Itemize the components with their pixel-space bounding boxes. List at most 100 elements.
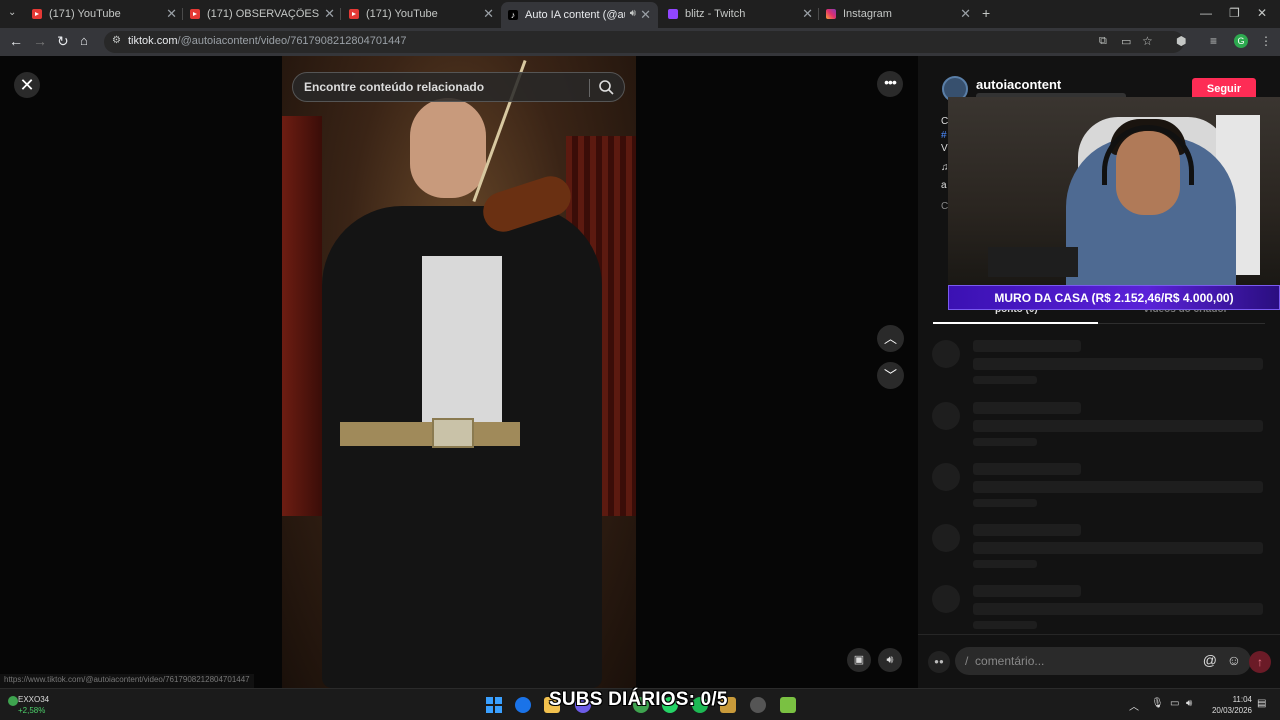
microphone-icon[interactable]: 🎙︎ [1151,698,1164,709]
url-text: tiktok.com/@autoiacontent/video/76179082… [128,35,407,47]
arrow-up-icon: ↑ [1257,655,1263,669]
cast-icon[interactable]: ▭ [1121,35,1131,48]
twitch-icon [668,9,678,19]
restore-icon[interactable]: ❐ [1229,6,1240,20]
youtube-icon [190,9,200,19]
stock-change: +2,58% [18,706,46,715]
bookmark-star-icon[interactable]: ☆ [1142,34,1153,48]
close-tab-icon[interactable]: ✕ [802,6,813,22]
screen: ⌄ (171) YouTube ✕ (171) OBSERVAÇÕES DIÁR… [0,0,1280,720]
tab-title: Instagram [843,8,892,20]
tab-title: blitz - Twitch [685,8,746,20]
tab-tiktok[interactable]: ♪ Auto IA content (@autoiac 🔊︎ ✕ [501,2,658,28]
close-video-button[interactable]: ✕ [14,72,40,98]
comment-input[interactable]: / comentário... @ ☺ [955,647,1251,675]
tab-title: (171) YouTube [49,8,121,20]
picture-in-picture-icon: ▣ [853,654,865,666]
extensions-icon[interactable]: ⬢ [1176,34,1186,48]
site-info-icon[interactable]: ⚙ [112,35,121,46]
tab-title: Auto IA content (@autoiac [525,9,625,21]
app-x-icon[interactable] [780,697,796,713]
description-text: V [941,143,948,154]
search-icon[interactable] [598,79,614,95]
video-player[interactable] [282,56,636,688]
creator-username[interactable]: autoiacontent [976,77,1061,92]
comment-skeleton [932,585,1263,635]
comment-skeleton [932,402,1263,452]
video-stage: ✕ Encontre conteúdo relacionado ••• ︿ ﹀ … [0,56,923,688]
hashtag-link[interactable]: # [941,130,947,141]
description-text: a [941,180,947,191]
tiktok-icon: ♪ [508,10,518,20]
stock-name: EXXO34 [18,695,50,704]
home-icon[interactable]: ⌂ [80,33,88,48]
tray-chevron-icon[interactable]: ︿ [1129,698,1139,713]
youtube-icon [32,9,42,19]
stock-widget[interactable]: EXXO34 +2,58% [18,694,49,716]
close-tab-icon[interactable]: ✕ [960,6,971,22]
more-options-button[interactable]: ••• [877,71,903,97]
tab-title: (171) YouTube [366,8,438,20]
reload-icon[interactable]: ↻ [57,33,69,50]
windows-taskbar: EXXO34 +2,58% SUBS DIÁRIOS: 0/5 ︿ 🎙︎ ▭ 🔊… [0,688,1280,720]
address-bar[interactable]: ⚙ tiktok.com/@autoiacontent/video/761790… [104,31,1184,53]
related-search-input[interactable]: Encontre conteúdo relacionado [292,72,625,102]
windows-start-icon[interactable] [486,697,502,713]
close-window-icon[interactable]: ✕ [1257,6,1267,20]
comment-skeleton [932,340,1263,390]
tab-instagram[interactable]: Instagram ✕ [826,4,971,24]
tab-youtube-2[interactable]: (171) OBSERVAÇÕES DIÁRIAS ( ✕ [190,4,335,24]
translate-icon[interactable]: ⧉ [1099,35,1107,48]
back-icon[interactable]: ← [9,33,23,49]
minimize-icon[interactable]: — [1200,6,1212,20]
edge-icon[interactable] [515,697,531,713]
tab-twitch[interactable]: blitz - Twitch ✕ [668,4,813,24]
daily-subs-overlay: SUBS DIÁRIOS: 0/5 [549,689,728,710]
system-clock[interactable]: 11:04 20/03/2026 [1210,694,1252,716]
obs-icon[interactable] [750,697,766,713]
network-icon[interactable]: ▭ [1170,698,1179,709]
clock-date: 20/03/2026 [1211,706,1252,715]
close-tab-icon[interactable]: ✕ [324,6,335,22]
comment-bar: ●● / comentário... @ ☺ ↑ [918,634,1280,688]
youtube-icon [349,9,359,19]
search-placeholder: Encontre conteúdo relacionado [304,80,485,94]
close-tab-icon[interactable]: ✕ [640,7,651,23]
volume-icon: 🔊︎ [886,654,894,666]
browser-tabstrip: ⌄ (171) YouTube ✕ (171) OBSERVAÇÕES DIÁR… [0,0,1280,28]
comment-skeleton [932,463,1263,513]
stock-widget-icon [8,696,18,706]
pip-button[interactable]: ▣ [847,648,871,672]
emoji-icon[interactable]: ☺ [1227,652,1241,668]
close-tab-icon[interactable]: ✕ [483,6,494,22]
new-tab-icon[interactable]: + [982,5,990,21]
next-video-button[interactable]: ﹀ [877,362,904,389]
forward-icon[interactable]: → [33,33,47,49]
browser-toolbar: ← → ↻ ⌂ ⚙ tiktok.com/@autoiacontent/vide… [0,28,1280,56]
streamer-webcam [948,97,1280,285]
media-control-icon[interactable]: ≡ [1210,34,1217,48]
volume-tray-icon[interactable]: 🔊︎ [1186,698,1192,709]
tab-youtube-1[interactable]: (171) YouTube ✕ [32,4,177,24]
close-tab-icon[interactable]: ✕ [166,6,177,22]
send-comment-button[interactable]: ↑ [1249,651,1271,673]
profile-avatar[interactable]: G [1234,34,1248,48]
comment-placeholder: / comentário... [965,654,1045,668]
status-url: https://www.tiktok.com/@autoiacontent/vi… [0,674,254,688]
clock-time: 11:04 [1232,695,1252,704]
menu-kebab-icon[interactable]: ⋮ [1260,34,1272,48]
tab-youtube-3[interactable]: (171) YouTube ✕ [349,4,494,24]
comment-skeleton [932,524,1263,574]
tab-title: (171) OBSERVAÇÕES DIÁRIAS ( [207,8,319,20]
previous-video-button[interactable]: ︿ [877,325,904,352]
volume-button[interactable]: 🔊︎ [878,648,902,672]
instagram-icon [826,9,836,19]
chevron-up-icon: ︿ [883,331,897,346]
chevron-down-icon: ﹀ [883,368,897,383]
tab-search-chevron-icon[interactable]: ⌄ [8,7,16,18]
donation-goal-banner: MURO DA CASA (R$ 2.152,46/R$ 4.000,00) [948,285,1280,310]
speaker-icon[interactable]: 🔊︎ [630,8,636,19]
mention-icon[interactable]: @ [1203,652,1217,668]
user-avatar-small: ●● [928,651,950,673]
notifications-icon[interactable]: ▤ [1257,698,1266,709]
